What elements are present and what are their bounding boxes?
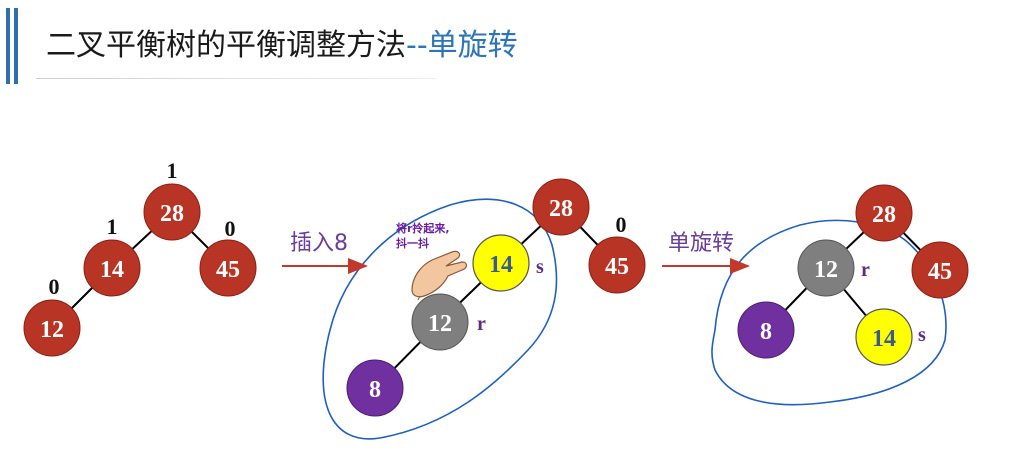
tree-inserted-node-8: 8: [346, 359, 404, 417]
tree-inserted-node-28: 28: [532, 178, 590, 236]
tree-rotated-node-12: 12: [797, 239, 855, 297]
svg-text:12: 12: [814, 257, 838, 283]
bf-14: 1: [107, 214, 118, 239]
svg-text:28: 28: [872, 202, 896, 228]
arrow-insert-label: 插入8: [290, 231, 348, 256]
tag-s-inserted: s: [536, 256, 544, 278]
bf-45: 0: [225, 216, 236, 241]
svg-text:14: 14: [489, 252, 513, 278]
tree-inserted-node-14: 14: [472, 234, 530, 292]
svg-text:8: 8: [760, 319, 772, 345]
bf-28: 1: [167, 158, 178, 183]
annotation-line-2: 抖一抖: [396, 236, 429, 250]
tree-inserted-node-12: 12: [411, 293, 469, 351]
annotation-line-1: 将r拎起来,: [396, 221, 450, 235]
svg-text:12: 12: [40, 317, 64, 343]
tag-s-rotated: s: [918, 324, 926, 346]
tag-r-rotated: r: [861, 259, 870, 281]
svg-text:28: 28: [160, 201, 184, 227]
svg-text:14: 14: [872, 326, 896, 352]
tag-r-inserted: r: [477, 313, 486, 335]
tree-rotated-node-8: 8: [737, 301, 795, 359]
svg-text:45: 45: [928, 259, 952, 285]
bf-12: 0: [49, 274, 60, 299]
arrow-insert: 插入8: [282, 231, 368, 274]
svg-text:28: 28: [549, 196, 573, 222]
svg-text:45: 45: [605, 254, 629, 280]
tree-before-node-28: 28: [143, 183, 201, 241]
svg-text:14: 14: [100, 257, 124, 283]
tree-rotated-node-14: 14: [855, 308, 913, 366]
tree-rotated-node-45: 45: [911, 241, 969, 299]
tree-before-node-12: 12: [23, 299, 81, 357]
tree-inserted-node-45: 45: [588, 236, 646, 294]
svg-text:12: 12: [428, 311, 452, 337]
avl-rotation-diagram: 插入8 单旋转 28 14 45 12 1 1 0 0 28 14 45 12 …: [23, 158, 969, 440]
tree-rotated-node-28: 28: [855, 184, 913, 242]
tree-before-node-45: 45: [199, 239, 257, 297]
svg-text:8: 8: [369, 377, 381, 403]
bf-45-inserted: 0: [616, 212, 627, 237]
arrow-rotate: 单旋转: [662, 231, 750, 274]
svg-text:45: 45: [216, 257, 240, 283]
hand-icon: [411, 250, 468, 301]
arrow-rotate-label: 单旋转: [668, 231, 734, 256]
tree-before-node-14: 14: [83, 239, 141, 297]
